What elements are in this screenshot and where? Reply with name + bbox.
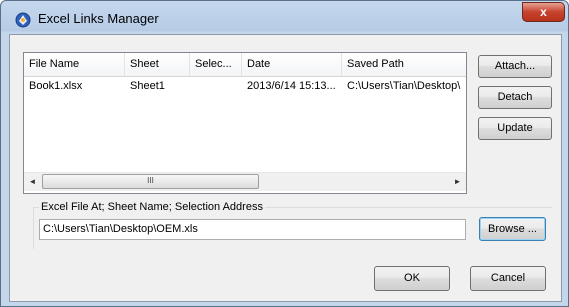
scroll-left-icon[interactable]: ◄: [24, 173, 41, 191]
column-header-saved-path[interactable]: Saved Path: [342, 53, 466, 76]
scroll-thumb[interactable]: III: [42, 174, 259, 189]
cell-date: 2013/6/14 15:13...: [247, 80, 336, 92]
cell-selection: [190, 77, 242, 96]
column-header-file-name[interactable]: File Name: [24, 53, 125, 76]
window-title: Excel Links Manager: [38, 11, 159, 26]
cell-sheet: Sheet1: [130, 80, 165, 92]
ok-button[interactable]: OK: [374, 266, 450, 291]
links-list-view[interactable]: File Name Sheet Selec... Date Saved Path…: [23, 52, 467, 194]
cell-file-name: Book1.xlsx: [29, 80, 83, 92]
column-header-date[interactable]: Date: [242, 53, 342, 76]
scroll-right-icon[interactable]: ►: [449, 173, 466, 191]
browse-button[interactable]: Browse ...: [479, 217, 546, 241]
horizontal-scrollbar[interactable]: ◄ III ►: [24, 172, 466, 191]
attach-button[interactable]: Attach...: [478, 55, 552, 78]
column-header-selection[interactable]: Selec...: [190, 53, 242, 76]
update-button[interactable]: Update: [478, 117, 552, 140]
excel-file-group-label: Excel File At; Sheet Name; Selection Add…: [39, 201, 265, 213]
excel-file-path-input[interactable]: C:\Users\Tian\Desktop\OEM.xls: [39, 219, 466, 240]
cancel-button[interactable]: Cancel: [470, 266, 546, 291]
list-header: File Name Sheet Selec... Date Saved Path: [24, 53, 466, 77]
title-bar[interactable]: Excel Links Manager x: [1, 1, 568, 35]
close-icon: x: [540, 5, 547, 19]
app-icon: [15, 12, 31, 28]
cell-saved-path: C:\Users\Tian\Desktop\: [347, 80, 461, 92]
close-button[interactable]: x: [522, 2, 565, 22]
table-row[interactable]: Book1.xlsx Sheet1 2013/6/14 15:13... C:\…: [24, 77, 466, 96]
detach-button[interactable]: Detach: [478, 86, 552, 109]
column-header-sheet[interactable]: Sheet: [125, 53, 190, 76]
